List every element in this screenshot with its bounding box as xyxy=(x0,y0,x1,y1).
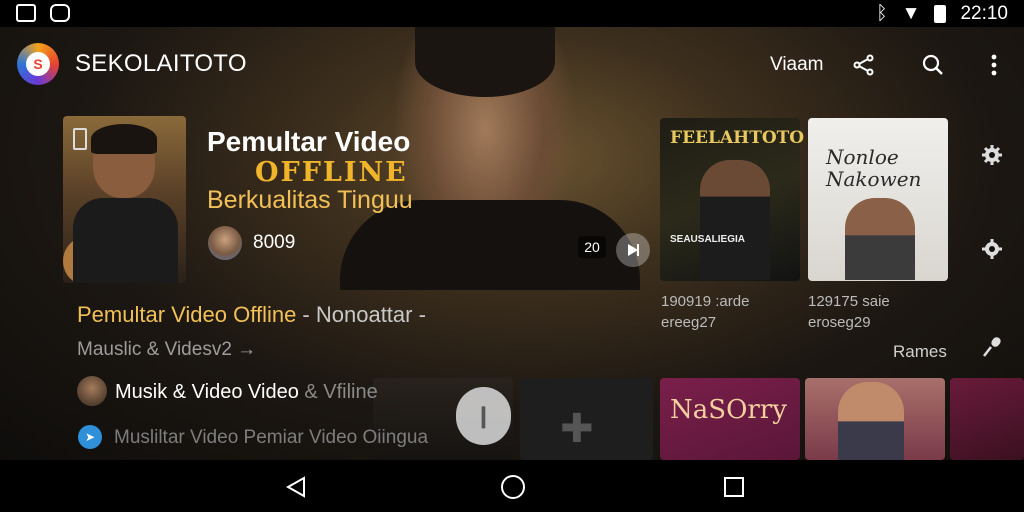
pause-handle-button[interactable]: ❙ xyxy=(456,387,511,445)
section-subtitle-link[interactable]: Mauslic & Videsv2 → xyxy=(77,339,256,361)
status-right: ᛒ ▼ 22:10 xyxy=(876,3,1008,25)
status-time: 22:10 xyxy=(960,3,1008,24)
status-bar xyxy=(0,0,1024,27)
app-logo-mark: S xyxy=(26,52,50,76)
video-card-1-meta: 190919 :arde ereeg27 xyxy=(661,291,749,333)
video-card-1-tag: SEAUSALIEGIA xyxy=(670,234,746,245)
list-item[interactable]: Musik & Video Video & Vfiline xyxy=(115,381,378,404)
bottom-thumb-5[interactable] xyxy=(950,378,1024,460)
app-title: SEKOLAITOTO xyxy=(75,50,247,77)
hero-person-hair xyxy=(415,27,555,97)
section-title[interactable]: Pemultar Video Offline - Nonoattar - xyxy=(77,302,426,328)
video-card-2-meta-line1: 129175 saie xyxy=(808,293,890,310)
wifi-icon: ▼ xyxy=(901,3,921,24)
telegram-icon: ➤ xyxy=(78,425,102,449)
list-item-avatar xyxy=(77,376,107,406)
duration-badge: 20 xyxy=(578,236,606,258)
list-item-2[interactable]: Musliltar Video Pemiar Video Oiingua xyxy=(114,427,428,449)
view-toggle[interactable]: Viaam xyxy=(770,54,824,76)
featured-title: Pemultar Video xyxy=(207,126,411,157)
notification-n-icon xyxy=(16,4,36,22)
video-card-1-person xyxy=(700,160,770,280)
video-card-2-meta: 129175 saie eroseg29 xyxy=(808,291,890,333)
play-button[interactable] xyxy=(616,233,650,267)
status-left-icons xyxy=(16,4,70,22)
video-card-2-person xyxy=(845,198,915,280)
list-item-1-faded: & Vfiline xyxy=(304,381,378,403)
featured-offline-label: OFFLINE xyxy=(255,157,408,188)
more-vert-icon[interactable] xyxy=(982,52,1006,78)
video-card-1-title: FEELAHTOTO xyxy=(670,128,805,148)
section-right-label[interactable]: Rames xyxy=(893,342,947,362)
home-icon[interactable] xyxy=(498,472,528,502)
search-icon[interactable] xyxy=(920,52,946,78)
video-card-1-meta-line1: 190919 :arde xyxy=(661,293,750,310)
bottom-thumb-4-person xyxy=(838,382,904,460)
microphone-icon[interactable] xyxy=(978,333,1006,361)
section-title-suffix: - Nonoattar - xyxy=(296,302,426,327)
battery-icon xyxy=(934,5,947,23)
vibrate-icon: ᛒ xyxy=(876,3,888,24)
add-icon: ✚ xyxy=(560,407,594,451)
notification-app-icon xyxy=(50,4,70,22)
featured-thumbnail[interactable] xyxy=(63,116,186,283)
back-icon[interactable] xyxy=(281,472,311,502)
list-item-1-text: Musik & Video Video xyxy=(115,381,305,403)
gear-icon[interactable] xyxy=(978,141,1006,169)
video-card-2-title: Nonloe Nakowen xyxy=(826,145,922,191)
share-icon[interactable] xyxy=(851,52,877,78)
featured-avatar[interactable] xyxy=(208,226,242,260)
video-card-2-meta-line2: eroseg29 xyxy=(808,314,871,331)
featured-count: 8009 xyxy=(253,232,296,253)
recents-icon[interactable] xyxy=(719,472,749,502)
section-title-text: Pemultar Video Offline xyxy=(77,302,297,327)
video-card-1-meta-line2: ereeg27 xyxy=(661,314,717,331)
featured-subtitle: Berkualitas Tinguu xyxy=(207,186,413,214)
settings-alt-icon[interactable] xyxy=(978,235,1006,263)
bottom-thumb-3-title: NaSOrry xyxy=(670,395,787,425)
